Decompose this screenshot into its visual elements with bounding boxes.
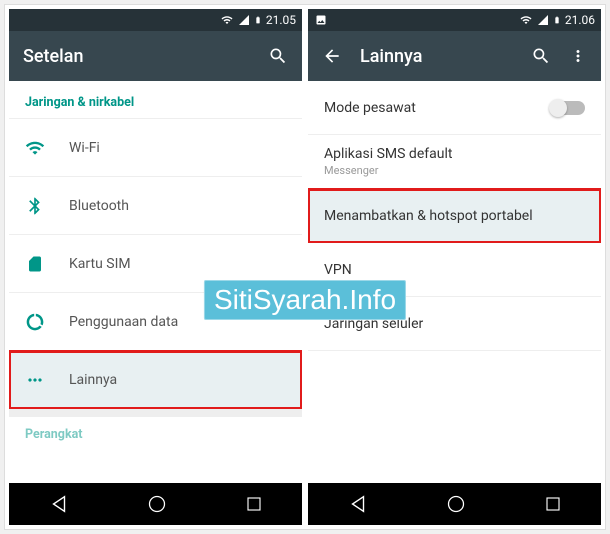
wifi-icon: [519, 14, 533, 26]
navigation-bar: [9, 483, 302, 525]
more-horizontal-icon: [25, 370, 45, 390]
wifi-icon: [25, 138, 45, 158]
search-icon[interactable]: [531, 46, 551, 66]
settings-item-default-sms[interactable]: Aplikasi SMS default Messenger: [308, 135, 601, 189]
settings-item-label: Lainnya: [69, 372, 286, 388]
settings-item-label: Menambatkan & hotspot portabel: [324, 208, 585, 224]
settings-item-label: Kartu SIM: [69, 256, 286, 272]
settings-item-bluetooth[interactable]: Bluetooth: [9, 177, 302, 235]
status-bar: 21.05: [9, 9, 302, 31]
settings-item-more[interactable]: Lainnya: [9, 351, 302, 409]
image-icon: [314, 14, 328, 26]
overflow-menu-icon[interactable]: [569, 46, 587, 66]
settings-item-tethering[interactable]: Menambatkan & hotspot portabel: [308, 189, 601, 243]
status-time: 21.06: [565, 13, 595, 27]
settings-item-airplane[interactable]: Mode pesawat: [308, 81, 601, 135]
settings-item-label: Wi-Fi: [69, 140, 286, 156]
search-icon[interactable]: [268, 46, 288, 66]
nav-home-icon[interactable]: [446, 494, 466, 514]
watermark-text: SitiSyarah.Info: [204, 280, 406, 320]
nav-home-icon[interactable]: [147, 494, 167, 514]
battery-icon: [254, 14, 262, 26]
app-bar: Lainnya: [308, 31, 601, 81]
settings-item-label: Bluetooth: [69, 198, 286, 214]
data-usage-icon: [25, 312, 45, 332]
navigation-bar: [308, 483, 601, 525]
signal-icon: [238, 14, 250, 26]
back-arrow-icon[interactable]: [322, 46, 342, 66]
bluetooth-icon: [25, 196, 45, 216]
sim-icon: [25, 255, 45, 273]
status-bar: 21.06: [308, 9, 601, 31]
airplane-toggle[interactable]: [551, 101, 585, 115]
nav-back-icon[interactable]: [347, 493, 369, 515]
status-time: 21.05: [266, 13, 296, 27]
app-bar-title: Lainnya: [360, 46, 513, 67]
screen-more: 21.06 Lainnya Mode pesawat Aplikasi SMS …: [308, 9, 601, 525]
settings-item-label: Aplikasi SMS default: [324, 146, 585, 162]
section-header-network: Jaringan & nirkabel: [9, 81, 302, 119]
screen-settings: 21.05 Setelan Jaringan & nirkabel Wi-Fi …: [9, 9, 302, 525]
app-bar-title: Setelan: [23, 46, 250, 67]
nav-recent-icon[interactable]: [544, 495, 562, 513]
signal-icon: [537, 14, 549, 26]
settings-item-wifi[interactable]: Wi-Fi: [9, 119, 302, 177]
section-header-device: Perangkat: [9, 417, 302, 442]
settings-item-sublabel: Messenger: [324, 164, 585, 177]
wifi-icon: [220, 14, 234, 26]
settings-item-label: Mode pesawat: [324, 100, 551, 116]
nav-back-icon[interactable]: [48, 493, 70, 515]
settings-item-label: VPN: [324, 262, 585, 278]
battery-icon: [553, 14, 561, 26]
app-bar: Setelan: [9, 31, 302, 81]
nav-recent-icon[interactable]: [245, 495, 263, 513]
